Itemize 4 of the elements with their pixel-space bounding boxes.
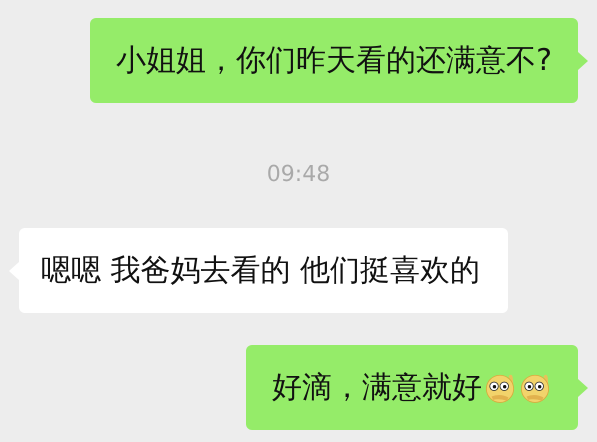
message-text: 小姐姐，你们昨天看的还满意不?	[116, 42, 552, 78]
timestamp: 09:48	[266, 162, 330, 188]
message-text: 嗯嗯 我爸妈去看的 他们挺喜欢的	[41, 252, 480, 288]
message-text: 好滴，满意就好	[272, 370, 482, 406]
